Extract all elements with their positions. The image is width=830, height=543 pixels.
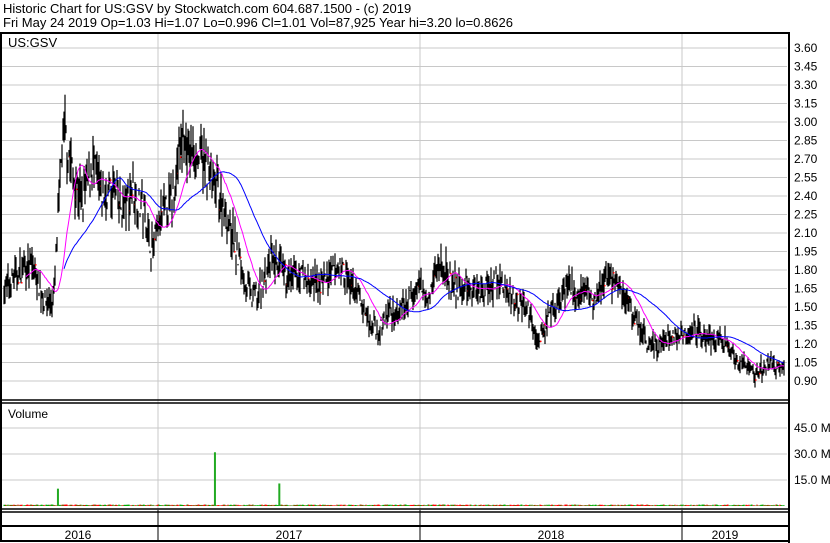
price-tick-label: 2.10	[794, 226, 818, 240]
close-tick	[592, 299, 594, 302]
close-tick	[455, 276, 457, 279]
price-tick-label: 1.20	[794, 337, 818, 351]
close-tick	[613, 272, 615, 274]
close-tick	[317, 280, 319, 282]
close-tick	[517, 293, 519, 296]
price-tick-label: 1.80	[794, 263, 818, 277]
close-tick	[634, 323, 636, 325]
close-tick	[234, 251, 236, 253]
symbol-label: US:GSV	[8, 35, 57, 50]
price-tick-label: 3.15	[794, 96, 818, 110]
close-tick	[18, 282, 20, 284]
stock-chart: Historic Chart for US:GSV by Stockwatch.…	[0, 0, 830, 543]
volume-label: Volume	[8, 407, 48, 421]
volume-spike	[278, 483, 281, 506]
price-tick-label: 3.30	[794, 78, 818, 92]
close-tick	[110, 179, 112, 181]
close-tick	[240, 256, 242, 259]
close-tick	[759, 372, 761, 375]
price-tick-label: 3.60	[794, 41, 818, 55]
close-tick	[76, 188, 78, 191]
year-label: 2016	[65, 528, 92, 542]
close-tick	[132, 194, 134, 197]
year-label: 2018	[538, 528, 565, 542]
price-tick-label: 3.00	[794, 115, 818, 129]
close-tick	[21, 282, 23, 284]
close-tick	[540, 340, 542, 343]
chart-border	[0, 32, 790, 542]
price-tick-label: 2.40	[794, 189, 818, 203]
price-tick-label: 1.50	[794, 300, 818, 314]
volume-tick-label: 45.0 M	[794, 421, 830, 435]
price-tick-label: 3.45	[794, 59, 818, 73]
price-tick-label: 1.65	[794, 281, 818, 295]
close-tick	[777, 362, 779, 364]
year-label: 2017	[276, 528, 303, 542]
price-tick-label: 0.90	[794, 374, 818, 388]
close-tick	[320, 291, 322, 294]
close-tick	[35, 264, 37, 266]
close-tick	[755, 379, 757, 381]
close-tick	[737, 359, 739, 362]
close-tick	[154, 238, 156, 241]
close-tick	[343, 263, 345, 266]
year-label: 2019	[712, 528, 739, 542]
price-tick-label: 2.70	[794, 152, 818, 166]
price-tick-label: 2.55	[794, 170, 818, 184]
chart-canvas: US:GSV Volume 3.60 3.45 3.30 3.15 3.00 2.85 2.…	[0, 32, 830, 543]
volume-tick-label: 30.0 M	[794, 447, 830, 461]
close-tick	[264, 280, 266, 282]
volume-tick-label: 15.0 M	[794, 473, 830, 487]
price-tick-label: 1.05	[794, 355, 818, 369]
price-tick-label: 2.85	[794, 133, 818, 147]
volume-spike	[56, 488, 59, 506]
close-tick	[672, 336, 674, 338]
price-tick-label: 1.35	[794, 318, 818, 332]
price-tick-label: 2.25	[794, 207, 818, 221]
close-tick	[180, 156, 182, 158]
price-tick-label: 1.95	[794, 244, 818, 258]
close-tick	[604, 284, 606, 287]
close-tick	[450, 272, 452, 275]
volume-spike	[213, 452, 216, 506]
